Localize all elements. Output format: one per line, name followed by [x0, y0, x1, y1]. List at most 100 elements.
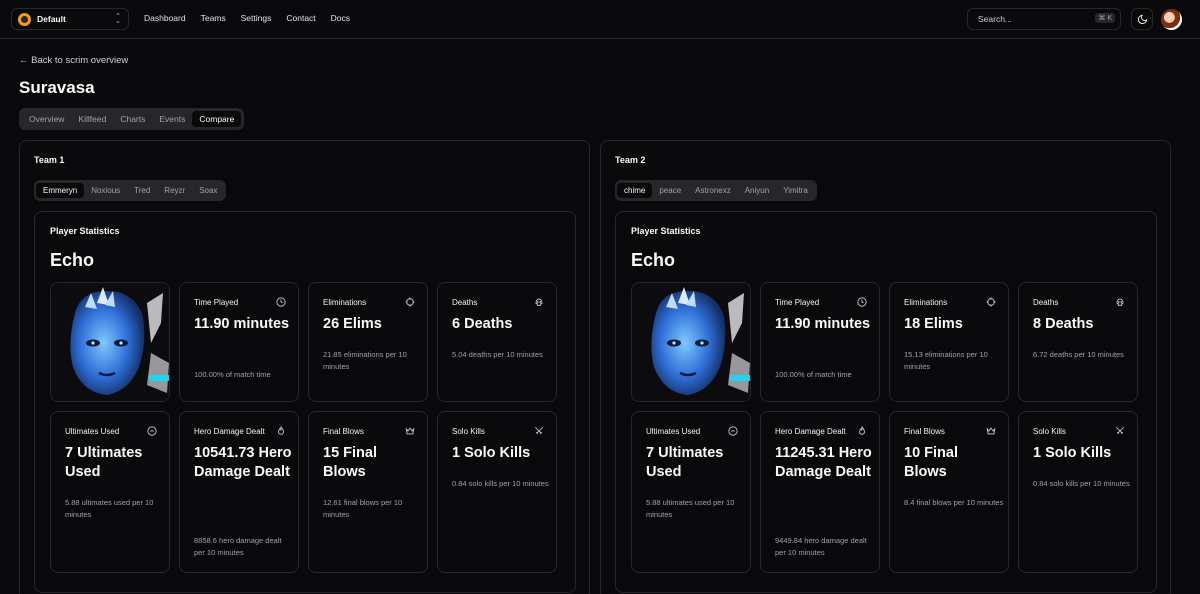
clock-icon	[276, 297, 286, 307]
swords-icon	[1115, 426, 1125, 435]
team-title: Team 2	[615, 155, 646, 165]
stat-value: 6 Deaths	[452, 316, 513, 332]
chevron-up-down-icon: ⌃ ⌄	[115, 13, 121, 25]
player-tab[interactable]: Aniyun	[738, 183, 776, 198]
stat-subtext: 8858.6 hero damage dealt per 10 minutes	[194, 536, 282, 557]
stat-value: 11.90 minutes	[775, 316, 871, 332]
tab-events[interactable]: Events	[152, 111, 192, 127]
team-panel: Team 1 Emmeryn Noxious Tred Reyzr Soax P…	[19, 140, 590, 594]
stat-label: Solo Kills	[452, 427, 485, 436]
team-switcher-label: Default	[37, 14, 66, 24]
stat-subtext: 100.00% of match time	[775, 370, 852, 379]
stat-subtext: 8.4 final blows per 10 minutes	[904, 498, 1004, 507]
skull-icon	[535, 298, 543, 306]
stat-label: Final Blows	[904, 427, 945, 436]
stat-label: Ultimates Used	[646, 427, 701, 436]
crown-icon	[405, 427, 415, 435]
team-logo-icon	[18, 12, 31, 26]
stat-value: 10541.73 Hero Damage Dealt	[194, 445, 292, 480]
tab-compare[interactable]: Compare	[192, 111, 242, 127]
team-title: Team 1	[34, 155, 65, 165]
stat-tile-eliminations: Eliminations 26 Elims 21.85 eliminations…	[308, 282, 428, 402]
tab-charts[interactable]: Charts	[113, 111, 152, 127]
stat-label: Time Played	[775, 298, 820, 307]
player-tab[interactable]: Yimitra	[776, 183, 815, 198]
search-input[interactable]: Search... ⌘ K	[967, 8, 1121, 30]
player-tab[interactable]: Soax	[192, 183, 224, 198]
clock-icon	[857, 297, 867, 307]
stat-value: 11245.31 Hero Damage Dealt	[775, 445, 872, 480]
stat-tile-solo-kills: Solo Kills 1 Solo Kills 0.84 solo kills …	[1018, 411, 1138, 573]
stat-label: Ultimates Used	[65, 427, 120, 436]
stat-tile-hero-damage: Hero Damage Dealt 11245.31 Hero Damage D…	[760, 411, 880, 573]
hero-portrait	[50, 282, 170, 402]
stat-subtext: 12.61 final blows per 10 minutes	[323, 498, 403, 519]
stat-subtext: 9449.84 hero damage dealt per 10 minutes	[775, 536, 867, 557]
player-tab[interactable]: Reyzr	[157, 183, 192, 198]
stat-value: 10 Final Blows	[904, 445, 958, 480]
back-link[interactable]: ← Back to scrim overview	[19, 55, 128, 66]
stat-label: Final Blows	[323, 427, 364, 436]
stat-tile-solo-kills: Solo Kills 1 Solo Kills 0.84 solo kills …	[437, 411, 557, 573]
stat-label: Hero Damage Dealt	[775, 427, 846, 436]
hero-portrait	[631, 282, 751, 402]
stat-tile-ultimates-used: Ultimates Used 7 Ultimates Used 5.88 ult…	[50, 411, 170, 573]
nav-links: Dashboard Teams Settings Contact Docs	[144, 13, 365, 23]
stat-tile-hero-damage: Hero Damage Dealt 10541.73 Hero Damage D…	[179, 411, 299, 573]
stat-label: Time Played	[194, 298, 239, 307]
tab-overview[interactable]: Overview	[22, 111, 71, 127]
stat-tile-final-blows: Final Blows 15 Final Blows 12.61 final b…	[308, 411, 428, 573]
nav-link-dashboard[interactable]: Dashboard	[144, 13, 186, 23]
stat-tile-eliminations: Eliminations 18 Elims 15.13 eliminations…	[889, 282, 1009, 402]
stat-value: 7 Ultimates Used	[65, 445, 143, 480]
player-statistics-card: Player Statistics Echo Time Played 11.90…	[34, 211, 576, 593]
stat-value: 7 Ultimates Used	[646, 445, 724, 480]
player-tab[interactable]: peace	[652, 183, 688, 198]
stat-value: 1 Solo Kills	[452, 445, 531, 461]
player-tab[interactable]: Noxious	[84, 183, 127, 198]
player-tab[interactable]: Astronexz	[688, 183, 738, 198]
search-placeholder: Search...	[978, 14, 1013, 24]
stat-label: Deaths	[452, 298, 478, 307]
stat-subtext: 15.13 eliminations per 10 minutes	[904, 350, 988, 371]
player-tab[interactable]: Emmeryn	[36, 183, 85, 198]
stat-label: Eliminations	[323, 298, 367, 307]
section-title: Player Statistics	[50, 226, 120, 236]
gauge-icon	[147, 426, 157, 436]
player-tabs: chime peace Astronexz Aniyun Yimitra	[615, 180, 817, 201]
stat-tile-final-blows: Final Blows 10 Final Blows 8.4 final blo…	[889, 411, 1009, 573]
user-avatar[interactable]	[1161, 9, 1182, 30]
team-panel: Team 2 chime peace Astronexz Aniyun Yimi…	[600, 140, 1171, 594]
tab-killfeed[interactable]: Killfeed	[71, 111, 113, 127]
stat-value: 8 Deaths	[1033, 316, 1094, 332]
player-tabs: Emmeryn Noxious Tred Reyzr Soax	[34, 180, 227, 201]
stat-value: 15 Final Blows	[323, 445, 377, 480]
stat-subtext: 0.84 solo kills per 10 minutes	[1033, 479, 1130, 488]
stat-subtext: 21.85 eliminations per 10 minutes	[323, 350, 407, 371]
nav-link-contact[interactable]: Contact	[286, 13, 315, 23]
hero-name: Echo	[50, 250, 95, 270]
player-tab[interactable]: Tred	[127, 183, 157, 198]
stat-tile-deaths: Deaths 8 Deaths 6.72 deaths per 10 minut…	[1018, 282, 1138, 402]
crosshair-icon	[986, 297, 996, 307]
stat-value: 11.90 minutes	[194, 316, 290, 332]
stat-label: Eliminations	[904, 298, 948, 307]
stat-subtext: 5.04 deaths per 10 minutes	[452, 350, 543, 359]
stat-subtext: 0.84 solo kills per 10 minutes	[452, 479, 549, 488]
nav-link-settings[interactable]: Settings	[241, 13, 272, 23]
stat-tile-time-played: Time Played 11.90 minutes 100.00% of mat…	[179, 282, 299, 402]
gauge-icon	[728, 426, 738, 436]
search-shortcut: ⌘ K	[1095, 13, 1115, 23]
player-statistics-card: Player Statistics Echo Time Played 11.90…	[615, 211, 1157, 593]
player-tab[interactable]: chime	[617, 183, 653, 198]
stat-value: 18 Elims	[904, 316, 963, 332]
theme-toggle-button[interactable]	[1131, 8, 1153, 30]
stat-label: Deaths	[1033, 298, 1059, 307]
top-nav: Default ⌃ ⌄ Dashboard Teams Settings Cont…	[0, 0, 1200, 39]
nav-link-docs[interactable]: Docs	[331, 13, 350, 23]
page-title: Suravasa	[19, 78, 95, 97]
team-switcher[interactable]: Default ⌃ ⌄	[11, 8, 129, 30]
stat-subtext: 100.00% of match time	[194, 370, 271, 379]
nav-link-teams[interactable]: Teams	[201, 13, 226, 23]
page-tabs: Overview Killfeed Charts Events Compare	[19, 108, 245, 130]
